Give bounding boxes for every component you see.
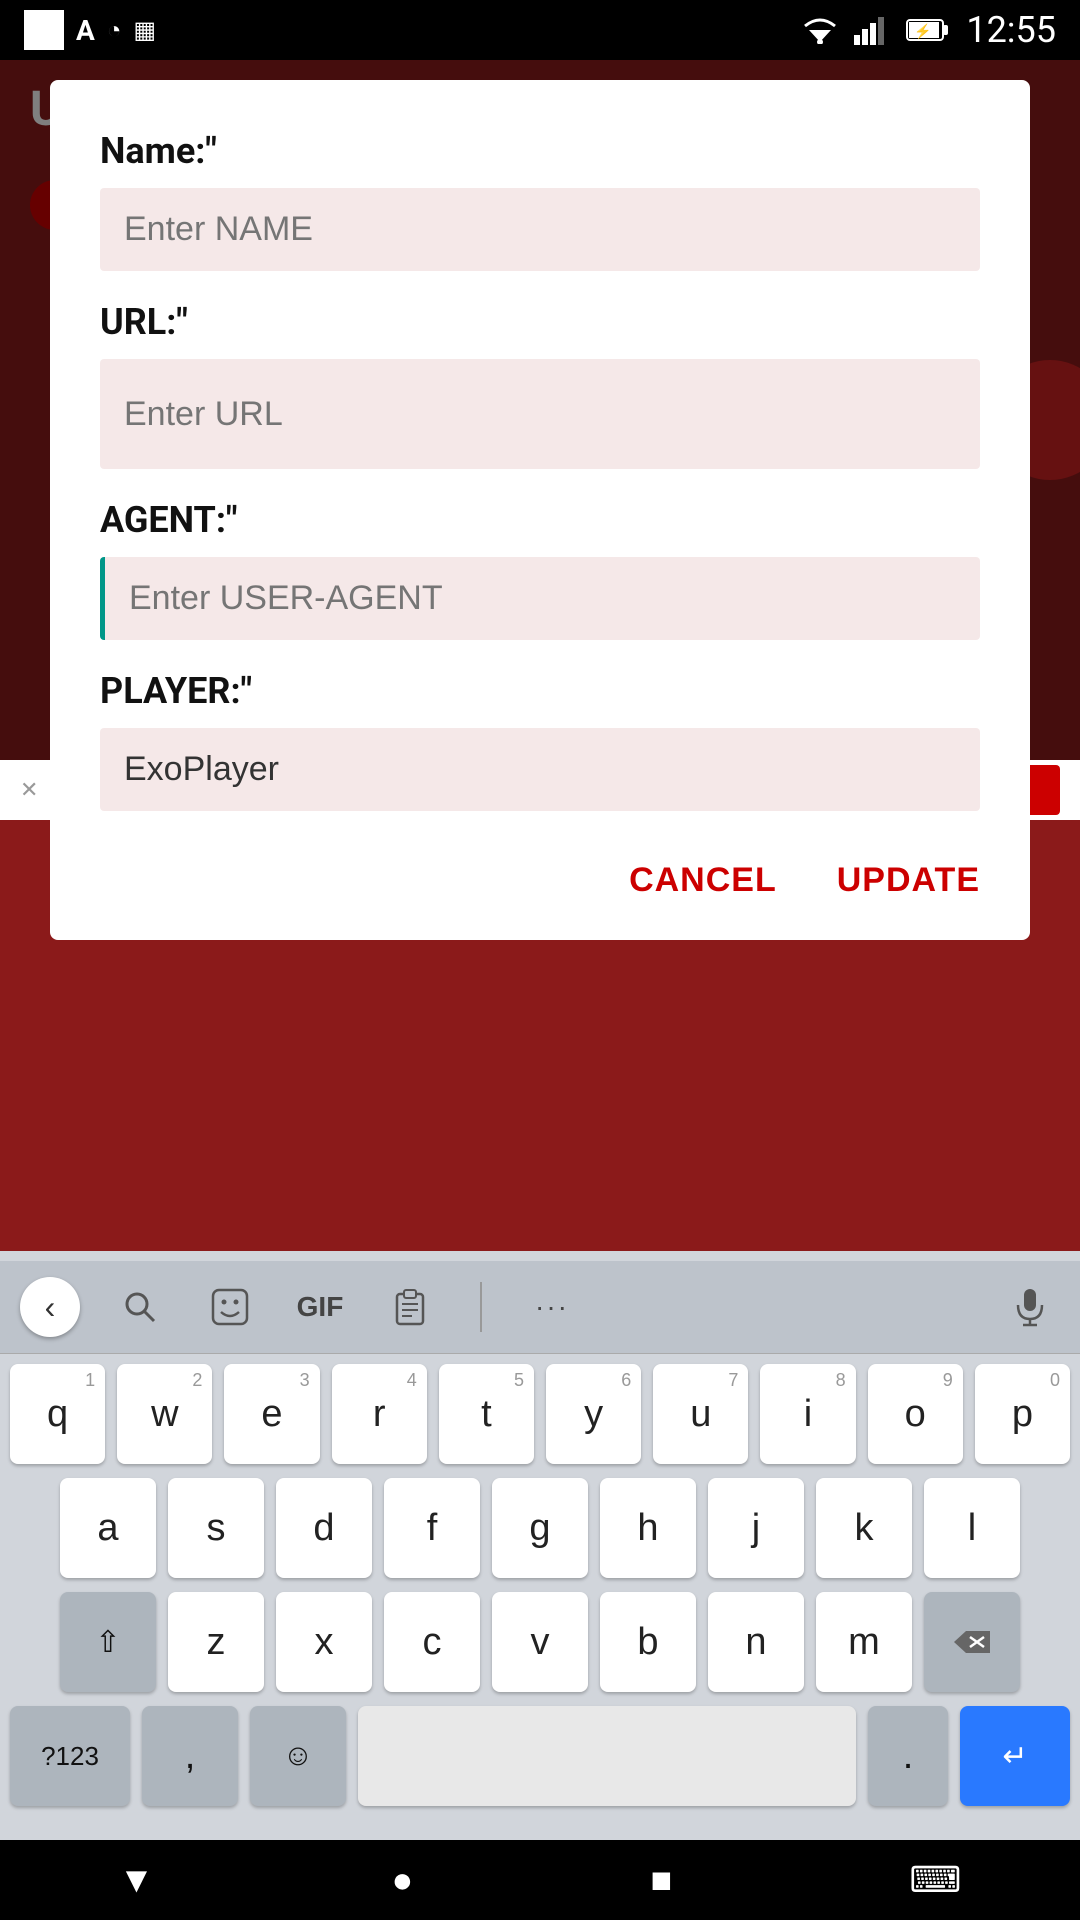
svg-text:⚡: ⚡ (914, 23, 931, 40)
bottom-nav: ▼ ● ■ ⌨ (0, 1840, 1080, 1920)
key-n[interactable]: n (708, 1592, 804, 1692)
agent-input[interactable] (100, 557, 980, 640)
comma-key[interactable]: , (142, 1706, 238, 1806)
key-b[interactable]: b (600, 1592, 696, 1692)
key-v[interactable]: v (492, 1592, 588, 1692)
sym-key[interactable]: ?123 (10, 1706, 130, 1806)
agent-label: AGENT:" (100, 499, 980, 541)
kb-row-4: ?123 , ☺ . ↵ (10, 1706, 1070, 1806)
url-input[interactable] (100, 359, 980, 469)
key-g[interactable]: g (492, 1478, 588, 1578)
url-label: URL:" (100, 301, 980, 343)
key-h[interactable]: h (600, 1478, 696, 1578)
keyboard-separator (480, 1282, 482, 1332)
enter-key[interactable]: ↵ (960, 1706, 1070, 1806)
a-icon: A (76, 14, 95, 47)
cancel-button[interactable]: CANCEL (629, 861, 777, 900)
status-time: 12:55 (966, 9, 1056, 51)
key-p[interactable]: p0 (975, 1364, 1070, 1464)
clipboard-icon: ▦ (133, 16, 156, 44)
loading-icon: ◔ (107, 16, 122, 45)
key-e[interactable]: e3 (224, 1364, 319, 1464)
back-nav-button[interactable]: ▼ (119, 1859, 155, 1901)
keyboard-search-button[interactable] (110, 1277, 170, 1337)
keyboard-toolbar: ‹ GIF ··· (0, 1261, 1080, 1354)
dialog-actions: CANCEL UPDATE (100, 861, 980, 900)
keyboard[interactable]: ‹ GIF ··· (0, 1251, 1080, 1840)
key-f[interactable]: f (384, 1478, 480, 1578)
kb-row-3: ⇧ z x c v b n m (10, 1592, 1070, 1692)
player-label: PLAYER:" (100, 670, 980, 712)
key-o[interactable]: o9 (868, 1364, 963, 1464)
backspace-key[interactable] (924, 1592, 1020, 1692)
update-button[interactable]: UPDATE (837, 861, 980, 900)
keyboard-gif-button[interactable]: GIF (290, 1277, 350, 1337)
status-bar: A ◔ ▦ ⚡ 12:55 (0, 0, 1080, 60)
keyboard-back-button[interactable]: ‹ (20, 1277, 80, 1337)
status-bar-left: A ◔ ▦ (24, 10, 156, 50)
key-c[interactable]: c (384, 1592, 480, 1692)
key-j[interactable]: j (708, 1478, 804, 1578)
space-key[interactable] (358, 1706, 856, 1806)
key-x[interactable]: x (276, 1592, 372, 1692)
kb-row-1: q1 w2 e3 r4 t5 y6 u7 i8 o9 p0 (10, 1364, 1070, 1464)
name-label: Name:" (100, 130, 980, 172)
key-y[interactable]: y6 (546, 1364, 641, 1464)
keyboard-clipboard-button[interactable] (380, 1277, 440, 1337)
player-input[interactable] (100, 728, 980, 811)
keyboard-nav-button[interactable]: ⌨ (909, 1859, 961, 1901)
emoji-key[interactable]: ☺ (250, 1706, 346, 1806)
keyboard-rows: q1 w2 e3 r4 t5 y6 u7 i8 o9 p0 a s d f g … (0, 1354, 1080, 1830)
battery-icon: ⚡ (906, 16, 950, 44)
key-z[interactable]: z (168, 1592, 264, 1692)
key-r[interactable]: r4 (332, 1364, 427, 1464)
key-u[interactable]: u7 (653, 1364, 748, 1464)
key-m[interactable]: m (816, 1592, 912, 1692)
key-q[interactable]: q1 (10, 1364, 105, 1464)
key-l[interactable]: l (924, 1478, 1020, 1578)
keyboard-more-button[interactable]: ··· (522, 1277, 582, 1337)
edit-dialog: Name:" URL:" AGENT:" PLAYER:" CANCEL UPD… (50, 80, 1030, 940)
key-i[interactable]: i8 (760, 1364, 855, 1464)
signal-icon (854, 15, 890, 45)
recents-nav-button[interactable]: ■ (650, 1859, 672, 1901)
status-bar-right: ⚡ 12:55 (802, 9, 1056, 51)
key-w[interactable]: w2 (117, 1364, 212, 1464)
wifi-icon (802, 16, 838, 44)
key-d[interactable]: d (276, 1478, 372, 1578)
key-t[interactable]: t5 (439, 1364, 534, 1464)
keyboard-mic-button[interactable] (1000, 1277, 1060, 1337)
name-input[interactable] (100, 188, 980, 271)
shift-key[interactable]: ⇧ (60, 1592, 156, 1692)
keyboard-sticker-button[interactable] (200, 1277, 260, 1337)
kb-row-2: a s d f g h j k l (10, 1478, 1070, 1578)
home-nav-button[interactable]: ● (391, 1859, 413, 1901)
period-key[interactable]: . (868, 1706, 948, 1806)
key-s[interactable]: s (168, 1478, 264, 1578)
key-k[interactable]: k (816, 1478, 912, 1578)
key-a[interactable]: a (60, 1478, 156, 1578)
square-icon (24, 10, 64, 50)
